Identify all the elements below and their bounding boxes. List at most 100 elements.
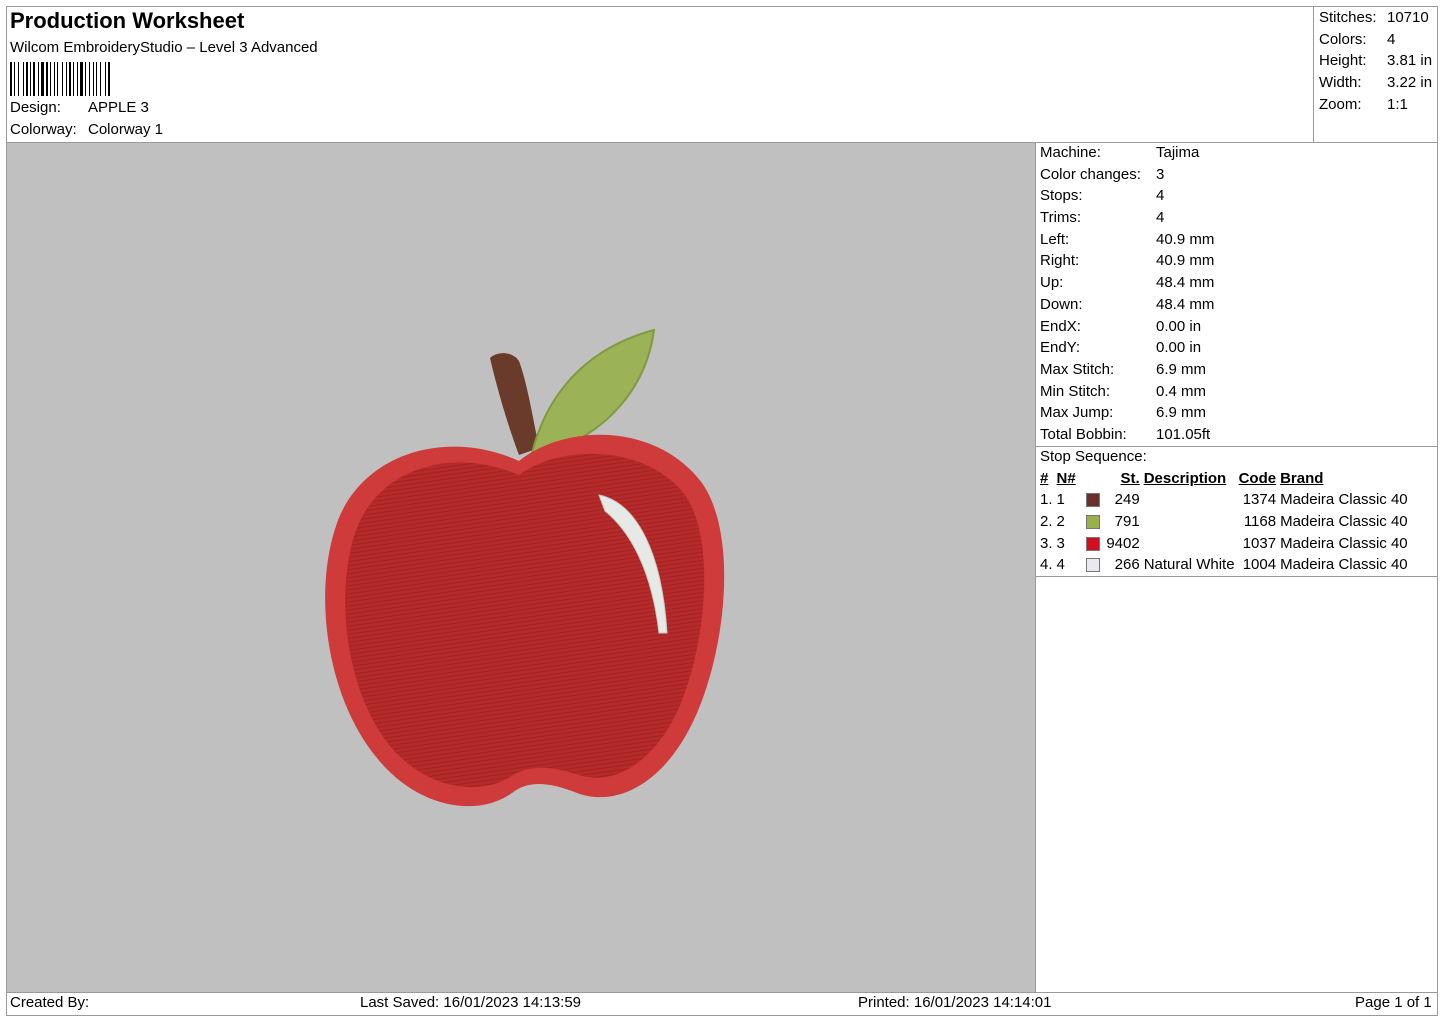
machine-info-label: Min Stitch: [1040, 382, 1111, 400]
stop-sequence-title: Stop Sequence: [1040, 448, 1147, 465]
col-header-index: # [1040, 470, 1049, 487]
machine-info-value: 0.4 mm [1156, 382, 1207, 400]
machine-info-label: Color changes: [1040, 165, 1141, 183]
design-row: Design: APPLE 3 [10, 99, 149, 116]
machine-info-label: Left: [1040, 230, 1070, 248]
stitch-count-value: 249 [1114, 491, 1140, 509]
thread-code: 1037 [1242, 534, 1277, 552]
summary-label: Width: [1319, 74, 1362, 92]
machine-info-label: Right: [1040, 252, 1080, 270]
header-divider-vertical [1313, 7, 1314, 143]
color-swatch [1085, 558, 1100, 573]
machine-info-label: Up: [1040, 274, 1064, 292]
needle-number: 2 [1056, 513, 1065, 531]
machine-info-row: Max Jump: 6.9 mm [1040, 402, 1214, 424]
stitch-count-value: 266 [1114, 556, 1140, 574]
row-index: 4. [1040, 556, 1053, 574]
thread-description: Natural White [1143, 556, 1235, 574]
footer-created-by: Created By: [10, 994, 90, 1011]
summary-value: 3.81 in [1387, 52, 1433, 70]
color-swatch [1085, 536, 1100, 551]
row-index: 2. [1040, 513, 1053, 531]
summary-value: 4 [1387, 30, 1396, 48]
thread-code: 1168 [1243, 513, 1277, 531]
table-row: 4. 4 266 Natural White 1004 Madeira Classic 4… [1038, 554, 1410, 576]
machine-info-row: Left: 40.9 mm [1040, 229, 1214, 251]
panel-divider [1036, 576, 1438, 577]
thread-brand: Madeira Classic 40 [1280, 513, 1408, 531]
header: Production Worksheet Wilcom EmbroiderySt… [10, 8, 318, 100]
apple-embroidery-image [325, 328, 725, 807]
stop-sequence-table: # N# St. Description Code Brand 1. 1 249 13… [1038, 468, 1410, 576]
summary-label: Zoom: [1319, 95, 1362, 113]
thread-brand: Madeira Classic 40 [1280, 556, 1408, 574]
machine-info-panel: Machine: Tajima Color changes: 3 Stops: 4 Trim… [1040, 142, 1214, 446]
machine-info-value: 6.9 mm [1156, 360, 1207, 378]
needle-number: 4 [1056, 556, 1065, 574]
thread-code: 1374 [1242, 491, 1277, 509]
stitch-count: 249 [1078, 489, 1142, 511]
page-title: Production Worksheet [10, 8, 245, 33]
barcode [10, 62, 110, 96]
table-row: 1. 1 249 1374 Madeira Classic 40 [1038, 489, 1410, 511]
machine-info-value: Tajima [1156, 144, 1200, 161]
footer-divider [7, 992, 1437, 993]
machine-info-value: 6.9 mm [1156, 404, 1207, 422]
machine-info-row: Total Bobbin: 101.05ft [1040, 424, 1214, 446]
machine-info-value: 4 [1156, 187, 1165, 205]
machine-info-value: 48.4 mm [1156, 274, 1215, 292]
colorway-value: Colorway 1 [88, 121, 164, 138]
summary-row: Stitches: 10710 [1319, 7, 1432, 29]
table-header-row: # N# St. Description Code Brand [1038, 468, 1410, 489]
design-value: APPLE 3 [88, 99, 149, 116]
summary-row: Colors: 4 [1319, 29, 1432, 51]
machine-info-value: 48.4 mm [1156, 295, 1215, 313]
summary-label: Colors: [1319, 30, 1367, 48]
summary-panel: Stitches: 10710 Colors: 4 Height: 3.81 in W… [1319, 7, 1432, 115]
needle-number: 3 [1056, 534, 1065, 552]
footer-page-number: Page 1 of 1 [1355, 994, 1432, 1011]
machine-info-label: Total Bobbin: [1040, 425, 1127, 443]
needle-number: 1 [1056, 491, 1065, 509]
machine-info-row: Down: 48.4 mm [1040, 294, 1214, 316]
machine-info-value: 0.00 in [1156, 339, 1202, 357]
table-row: 3. 3 9402 1037 Madeira Classic 40 [1038, 532, 1410, 554]
machine-info-row: Up: 48.4 mm [1040, 272, 1214, 294]
row-index: 3. [1040, 534, 1053, 552]
machine-info-row: Stops: 4 [1040, 185, 1214, 207]
design-label: Design: [10, 99, 61, 116]
machine-info-value: 40.9 mm [1156, 252, 1215, 270]
machine-info-label: Down: [1040, 295, 1083, 313]
col-header-needle: N# [1056, 470, 1076, 487]
stitch-count: 9402 [1078, 532, 1142, 554]
thread-brand: Madeira Classic 40 [1280, 534, 1408, 552]
col-header-description: Description [1143, 470, 1227, 487]
stitch-count: 791 [1078, 511, 1142, 533]
footer-last-saved: Last Saved: 16/01/2023 14:13:59 [360, 994, 582, 1011]
machine-info-label: Stops: [1040, 187, 1083, 205]
apple-stem [490, 353, 539, 455]
machine-info-label: EndY: [1040, 339, 1081, 357]
summary-row: Height: 3.81 in [1319, 50, 1432, 72]
machine-info-row: EndY: 0.00 in [1040, 337, 1214, 359]
summary-row: Width: 3.22 in [1319, 72, 1432, 94]
machine-info-row: Right: 40.9 mm [1040, 250, 1214, 272]
design-preview-canvas [7, 143, 1035, 992]
machine-info-row: Min Stitch: 0.4 mm [1040, 381, 1214, 403]
software-name: Wilcom EmbroideryStudio – Level 3 Advanc… [10, 39, 318, 56]
apple-body-fill [345, 453, 705, 788]
machine-info-row: Trims: 4 [1040, 207, 1214, 229]
summary-value: 10710 [1387, 9, 1429, 26]
machine-info-value: 4 [1156, 209, 1165, 227]
panel-divider-vertical [1035, 143, 1036, 992]
machine-info-row: Machine: Tajima [1040, 142, 1214, 164]
thread-description [1142, 489, 1237, 511]
summary-value: 3.22 in [1387, 74, 1433, 92]
thread-brand: Madeira Classic 40 [1280, 491, 1408, 509]
thread-description [1142, 532, 1237, 554]
machine-info-label: Trims: [1040, 209, 1082, 227]
machine-info-row: Max Stitch: 6.9 mm [1040, 359, 1214, 381]
col-header-stitches: St. [1120, 470, 1140, 487]
thread-description [1142, 511, 1237, 533]
footer-printed: Printed: 16/01/2023 14:14:01 [858, 994, 1052, 1011]
